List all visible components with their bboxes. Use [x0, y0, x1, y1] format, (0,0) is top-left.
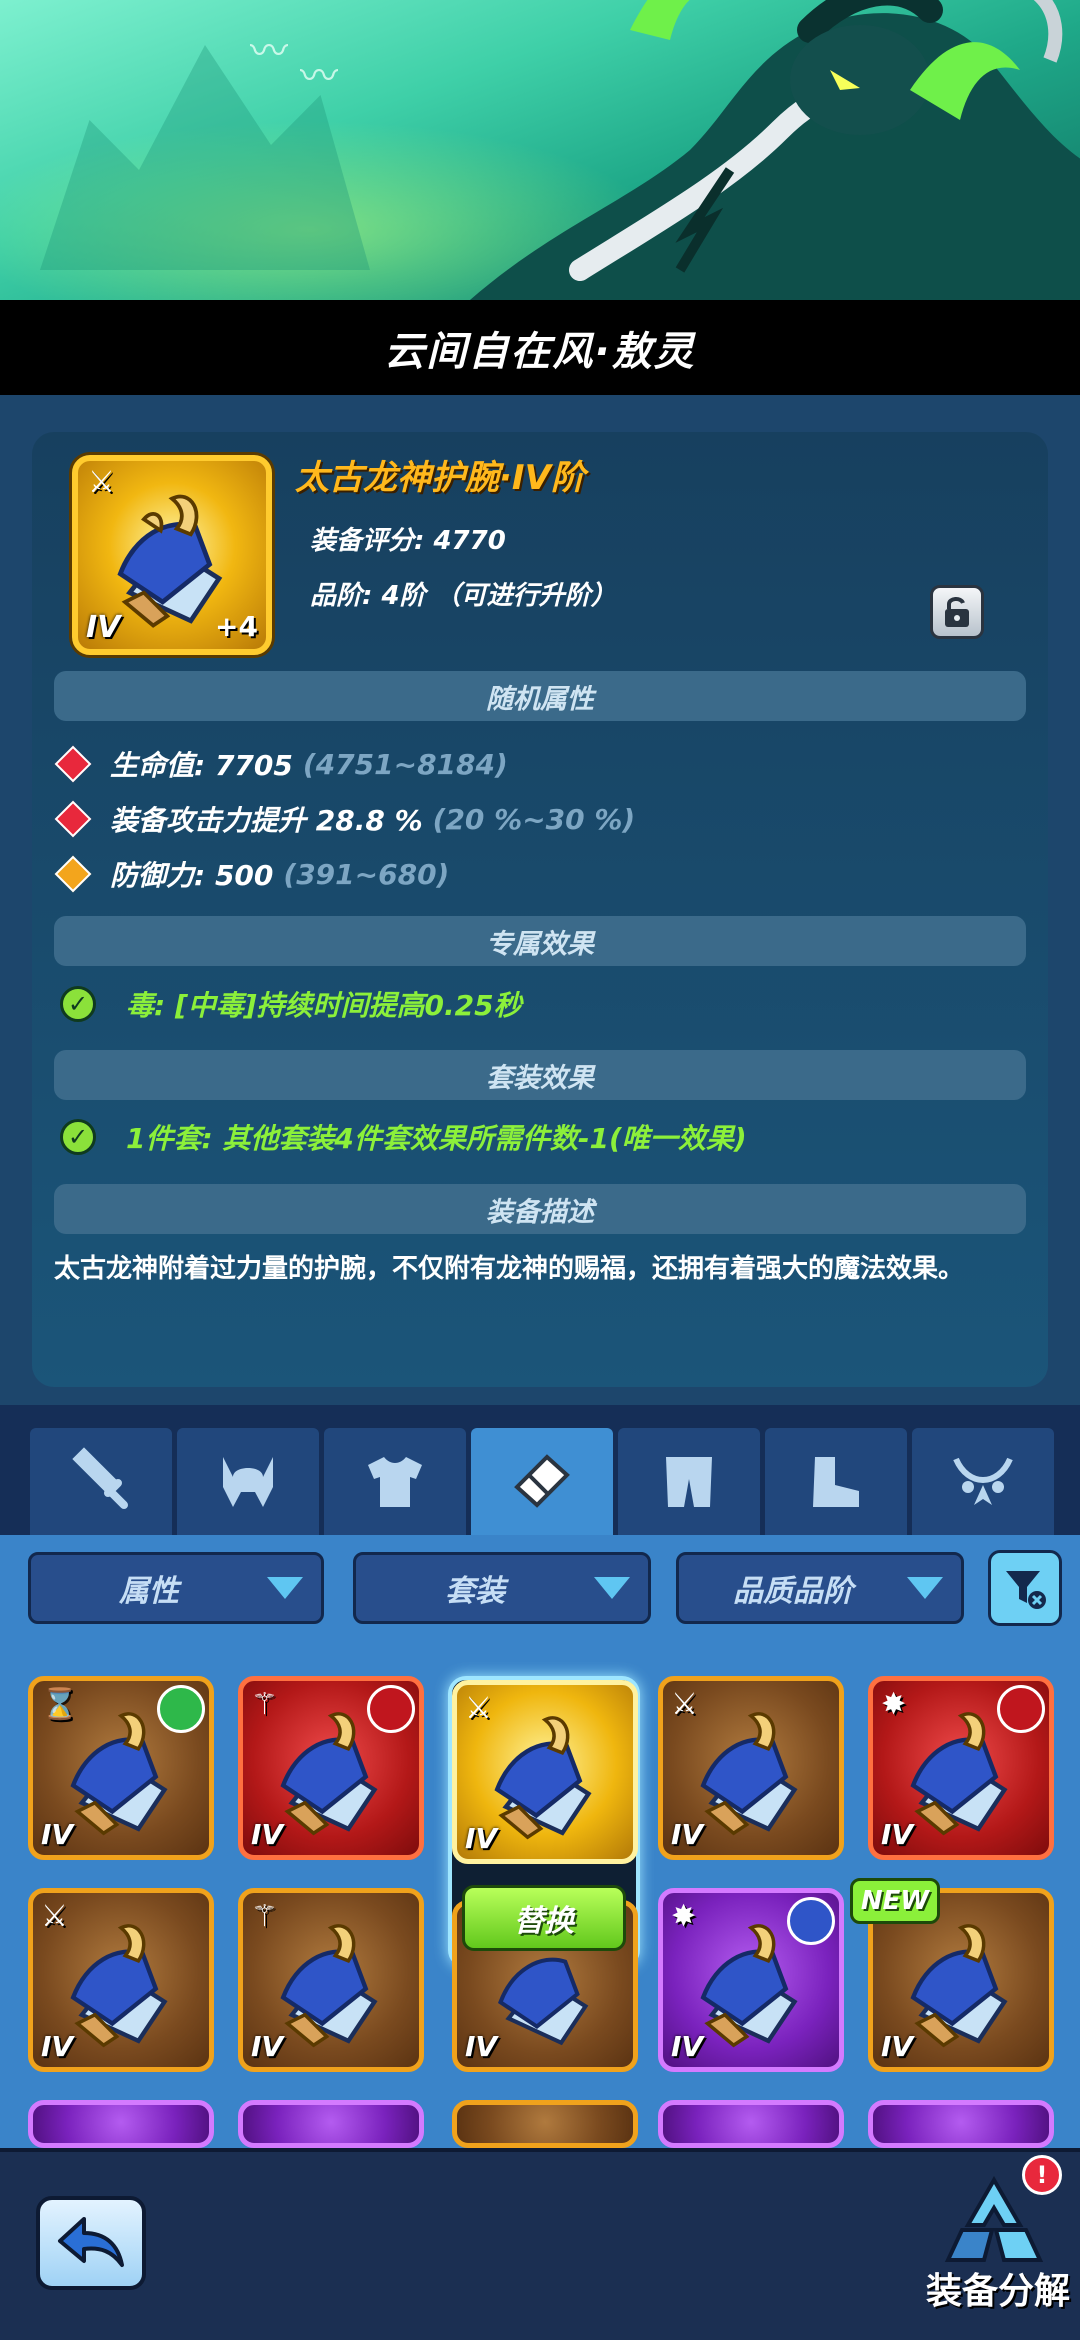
tab-bracer[interactable]	[471, 1428, 613, 1535]
set-effect-text: 1件套: 其他套装4件套效果所需件数-1(唯一效果)	[126, 1122, 747, 1155]
replace-button[interactable]: 替换	[462, 1885, 626, 1951]
item-tier: IV	[465, 1822, 498, 1855]
hero-banner: 〰 〰	[0, 0, 1080, 300]
attribute-range: (391~680)	[283, 857, 450, 891]
inventory-item[interactable]: ⌛ IV	[28, 1676, 214, 1860]
attribute-filter-dropdown[interactable]: 属性	[28, 1552, 324, 1624]
new-label: NEW	[860, 1886, 930, 1916]
item-grade: 品阶: 4阶 （可进行升阶）	[310, 581, 617, 611]
attribute-text: 装备攻击力提升 28.8 %	[110, 804, 423, 837]
chevron-down-icon	[907, 1577, 943, 1599]
section-title: 随机属性	[486, 683, 594, 715]
item-tier: IV	[86, 610, 121, 645]
helmet-icon	[223, 1456, 273, 1507]
check-icon: ✓	[60, 986, 96, 1022]
attribute-range: (4751~8184)	[302, 747, 508, 781]
item-score: 装备评分: 4770	[310, 526, 506, 556]
red-diamond-icon	[54, 745, 92, 783]
attribute-row: 防御力: 500 (391~680)	[54, 854, 450, 894]
exclusive-effect-row: ✓ 毒: [中毒]持续时间提高0.25秒	[60, 984, 522, 1024]
attribute-range: (20 %~30 %)	[432, 802, 636, 836]
item-tier: IV	[881, 2030, 914, 2063]
section-title: 专属效果	[486, 928, 594, 960]
item-name: 太古龙神护腕·IV阶	[295, 458, 585, 498]
new-badge: NEW	[850, 1878, 940, 1924]
bird-icon: 〰	[300, 54, 339, 98]
inventory-item[interactable]: ⚔ IV	[658, 1676, 844, 1860]
tab-armor[interactable]	[324, 1428, 466, 1535]
item-tier: IV	[881, 1818, 914, 1851]
replace-label: 替换	[514, 1904, 574, 1939]
necklace-icon	[953, 1457, 1013, 1505]
attribute-text: 防御力: 500	[110, 859, 274, 892]
section-exclusive-effect: 专属效果	[54, 916, 1026, 966]
inventory-item[interactable]	[452, 2100, 638, 2148]
tab-weapon[interactable]	[30, 1428, 172, 1535]
attribute-row: 生命值: 7705 (4751~8184)	[54, 744, 508, 784]
set-effect-row: ✓ 1件套: 其他套装4件套效果所需件数-1(唯一效果)	[60, 1117, 747, 1157]
dropdown-label: 属性	[119, 1574, 179, 1609]
inventory-item[interactable]: ⚔ IV	[28, 1888, 214, 2072]
item-tier: IV	[465, 2030, 498, 2063]
item-tier: IV	[41, 1818, 74, 1851]
item-tier: IV	[41, 2030, 74, 2063]
item-tier: IV	[251, 1818, 284, 1851]
item-tier: IV	[671, 1818, 704, 1851]
section-title: 装备描述	[486, 1196, 594, 1228]
page-title: 云间自在风·敖灵	[384, 328, 696, 375]
attribute-row: 装备攻击力提升 28.8 % (20 %~30 %)	[54, 799, 636, 839]
section-set-effect: 套装效果	[54, 1050, 1026, 1100]
armor-icon	[368, 1456, 422, 1507]
dismantle-label: 装备分解	[926, 2271, 1071, 2312]
bird-icon: 〰	[250, 29, 289, 73]
back-button[interactable]	[36, 2196, 146, 2290]
item-description: 太古龙神附着过力量的护腕，不仅附有龙神的赐福，还拥有着强大的魔法效果。	[54, 1254, 965, 1284]
section-title: 套装效果	[486, 1062, 594, 1094]
lock-button[interactable]	[930, 585, 984, 639]
red-diamond-icon	[54, 800, 92, 838]
boots-icon	[813, 1456, 859, 1507]
inventory-item[interactable]: ⚚ IV	[238, 1888, 424, 2072]
dragon-illustration	[470, 0, 1080, 300]
tab-helmet[interactable]	[177, 1428, 319, 1535]
inventory-item[interactable]	[28, 2100, 214, 2148]
section-random-attributes: 随机属性	[54, 671, 1026, 721]
clear-filter-button[interactable]	[988, 1550, 1062, 1626]
inventory-item[interactable]: ✸ IV	[658, 1888, 844, 2072]
pants-icon	[666, 1456, 712, 1507]
bottom-bar	[0, 2148, 1080, 2340]
chevron-down-icon	[594, 1577, 630, 1599]
back-arrow-icon	[58, 2217, 124, 2267]
item-tier: IV	[251, 2030, 284, 2063]
bracer-icon	[514, 1453, 570, 1508]
set-filter-dropdown[interactable]: 套装	[353, 1552, 651, 1624]
dropdown-label: 品质品阶	[733, 1574, 853, 1609]
chevron-down-icon	[267, 1577, 303, 1599]
gold-diamond-icon	[54, 855, 92, 893]
inventory-item[interactable]: ✸ IV	[868, 1676, 1054, 1860]
quality-filter-dropdown[interactable]: 品质品阶	[676, 1552, 964, 1624]
filter-clear-icon	[1006, 1571, 1046, 1609]
inventory-item[interactable]	[238, 2100, 424, 2148]
inventory-item[interactable]	[658, 2100, 844, 2148]
attribute-text: 生命值: 7705	[110, 749, 293, 782]
sword-icon	[72, 1446, 128, 1509]
inventory-item[interactable]: ⚚ IV	[238, 1676, 424, 1860]
alert-badge: !	[1022, 2155, 1062, 2195]
dropdown-label: 套装	[445, 1574, 505, 1609]
item-icon-frame: ⚔ IV +4	[72, 455, 272, 655]
section-description: 装备描述	[54, 1184, 1026, 1234]
bracer-type-icon: ⚔	[88, 465, 115, 500]
title-bar: 云间自在风·敖灵	[0, 300, 1080, 395]
inventory-item[interactable]	[868, 2100, 1054, 2148]
tab-necklace[interactable]	[912, 1428, 1054, 1535]
selected-inventory-item[interactable]: ⚔ IV	[452, 1680, 638, 1864]
exclusive-effect-text: 毒: [中毒]持续时间提高0.25秒	[126, 989, 522, 1022]
tab-pants[interactable]	[618, 1428, 760, 1535]
tab-boots[interactable]	[765, 1428, 907, 1535]
unlock-icon	[945, 597, 969, 627]
item-tier: IV	[671, 2030, 704, 2063]
item-plus: +4	[215, 610, 258, 643]
check-icon: ✓	[60, 1119, 96, 1155]
